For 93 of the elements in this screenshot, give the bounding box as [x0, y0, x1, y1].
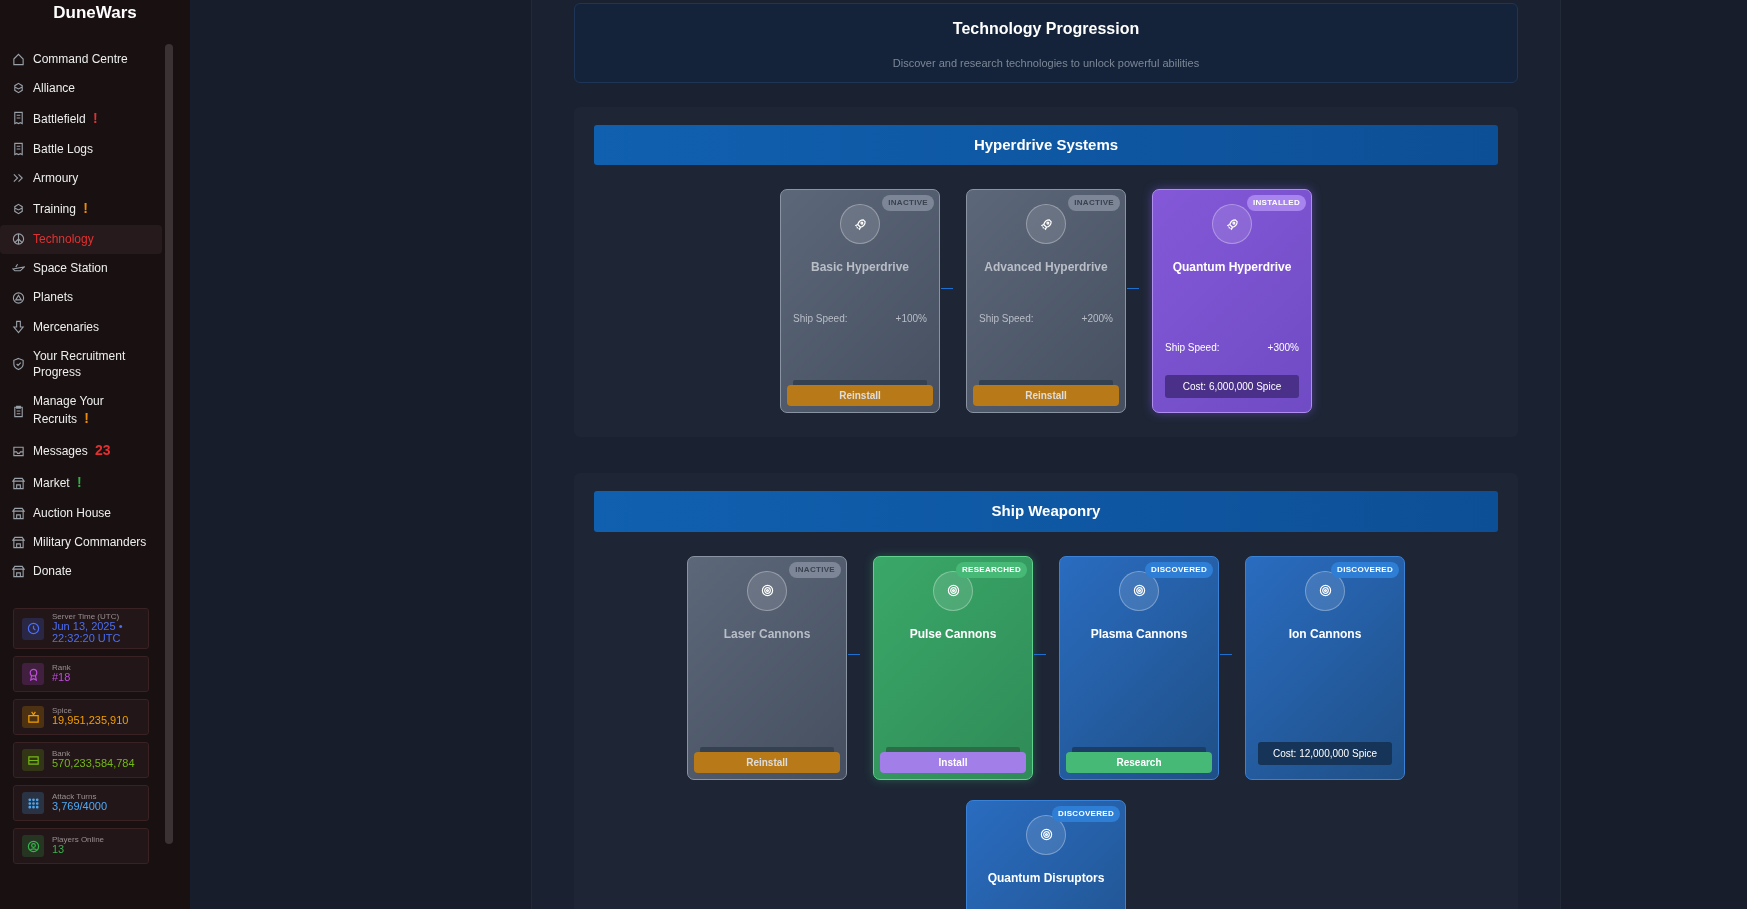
- nav-item[interactable]: Battlefield !: [0, 102, 162, 135]
- stat-value: Jun 13, 2025 • 22:32:20 UTC: [52, 621, 124, 645]
- connector-line: [1034, 654, 1046, 656]
- nav-item[interactable]: Auction House: [0, 498, 162, 528]
- nav-item[interactable]: Training !: [0, 192, 162, 225]
- stat-value: 3,769/4000: [52, 801, 108, 813]
- card-icon: [26, 753, 40, 767]
- nav-item[interactable]: Alliance: [0, 73, 162, 103]
- stat-value: +200%: [1081, 311, 1113, 326]
- hexagon-icon: [12, 201, 25, 216]
- nav-item[interactable]: Market !: [0, 466, 162, 499]
- rocket-icon: [1225, 217, 1239, 231]
- nav-item[interactable]: Armoury: [0, 163, 162, 193]
- store-icon: [12, 506, 25, 521]
- rocket-icon: [1039, 217, 1053, 231]
- home-icon: [12, 51, 25, 66]
- status-badge: INSTALLED: [1247, 195, 1306, 211]
- nav-item[interactable]: Your Recruitment Progress: [0, 341, 162, 387]
- stat-label: Ship Speed:: [1165, 341, 1220, 355]
- page-subtitle: Discover and research technologies to unlock powerful abilities: [891, 56, 1201, 71]
- stat-label: Server Time (UTC): [52, 613, 121, 622]
- stat-label: Bank: [52, 750, 72, 759]
- connector-line: [1127, 287, 1139, 289]
- status-badge: INACTIVE: [789, 561, 841, 578]
- globe-icon: [12, 290, 25, 305]
- cost-label: Cost: 6,000,000 Spice: [1165, 375, 1299, 398]
- tech-name: Basic Hyperdrive: [810, 259, 910, 276]
- stat-label: Rank: [52, 664, 71, 673]
- status-badge: INACTIVE: [882, 195, 934, 211]
- target-icon: [1039, 828, 1053, 841]
- tech-name: Quantum Hyperdrive: [1172, 259, 1292, 276]
- hexagon-icon: [12, 80, 25, 95]
- stat-value: 570,233,584,784: [52, 758, 135, 770]
- clipboard-icon: [12, 403, 25, 418]
- tech-name: Laser Cannons: [723, 625, 811, 643]
- nav-item[interactable]: Planets: [0, 282, 162, 313]
- stat-label: Players Online: [52, 836, 105, 845]
- stat-value: 19,951,235,910: [52, 715, 129, 727]
- tech-name: Quantum Disruptors: [987, 869, 1105, 887]
- nav-item[interactable]: Space Station: [0, 253, 162, 283]
- target-icon: [946, 584, 960, 597]
- nav-item[interactable]: Mercenaries: [0, 312, 162, 342]
- connector-line: [1220, 654, 1232, 656]
- connector-line: [941, 287, 953, 289]
- stat-value: 13: [52, 844, 65, 856]
- receipt-icon: [12, 111, 25, 126]
- status-badge: RESEARCHED: [956, 561, 1027, 578]
- target-icon: [1132, 584, 1146, 597]
- section-heading: Ship Weaponry: [594, 491, 1498, 532]
- stat-label: Ship Speed:: [793, 311, 848, 326]
- section-heading: Hyperdrive Systems: [594, 124, 1498, 165]
- tech-card[interactable]: DISCOVERED Quantum Disruptors: [966, 799, 1126, 909]
- clock-icon: [26, 622, 40, 636]
- stat-value: +100%: [895, 311, 927, 326]
- arrow-down-icon: [12, 319, 25, 334]
- status-badge: DISCOVERED: [1052, 805, 1120, 822]
- grid-icon: [26, 796, 40, 810]
- nav-item[interactable]: Manage Your Recruits !: [0, 386, 162, 435]
- stat-value: #18: [52, 672, 71, 684]
- store-icon: [12, 475, 25, 490]
- nav-item[interactable]: Military Commanders: [0, 527, 162, 557]
- tech-name: Pulse Cannons: [909, 625, 997, 643]
- stat-value: +300%: [1267, 341, 1299, 355]
- app-title: DuneWars: [52, 2, 138, 24]
- nav-item[interactable]: Battle Logs: [0, 134, 162, 164]
- connector-line: [848, 654, 860, 656]
- nav-item[interactable]: Technology: [0, 224, 162, 254]
- store-icon: [12, 535, 25, 550]
- status-badge: DISCOVERED: [1145, 561, 1213, 578]
- tech-name: Advanced Hyperdrive: [984, 259, 1108, 276]
- shield-icon: [12, 356, 25, 371]
- tech-name: Ion Cannons: [1288, 625, 1362, 643]
- cost-label: Cost: 12,000,000 Spice: [1258, 741, 1392, 765]
- nav-item[interactable]: Donate: [0, 556, 162, 587]
- tech-name: Plasma Cannons: [1090, 625, 1188, 643]
- stat-label: Attack Turns: [52, 793, 98, 802]
- nav-item[interactable]: Messages 23: [0, 434, 162, 467]
- tech-card[interactable]: DISCOVERED Ion Cannons Cost: 12,000,000 Spice: [1245, 555, 1405, 780]
- stat-label: Spice: [52, 707, 72, 716]
- stat-label: Ship Speed:: [979, 311, 1034, 326]
- page-title: Technology Progression: [951, 19, 1141, 39]
- target-icon: [1318, 584, 1332, 597]
- status-badge: INACTIVE: [1068, 195, 1120, 211]
- status-badge: DISCOVERED: [1331, 561, 1399, 578]
- tv-icon: [26, 710, 40, 724]
- nav-item[interactable]: Command Centre: [0, 44, 162, 74]
- tech-card[interactable]: INSTALLED Quantum Hyperdrive Ship Speed: +300% Cost: 6,000,000 Spice: [1152, 189, 1312, 413]
- rocket-icon: [853, 217, 867, 231]
- user-circle-icon: [26, 839, 40, 853]
- receipt-icon: [12, 141, 25, 156]
- store-icon: [12, 564, 25, 579]
- target-icon: [760, 584, 774, 597]
- peace-icon: [12, 232, 25, 247]
